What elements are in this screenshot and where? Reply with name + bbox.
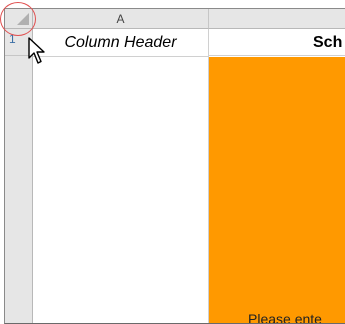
screenshot-frame: A 1 Column Header Sch Please ente: [0, 0, 345, 324]
column-header-a[interactable]: A: [33, 9, 209, 29]
orange-cell-text: Please ente: [248, 311, 322, 324]
column-a-cells[interactable]: [33, 57, 209, 323]
highlight-circle: [0, 2, 36, 36]
cell-b1[interactable]: Sch: [209, 29, 345, 56]
mouse-pointer-icon: [28, 37, 45, 64]
column-header-b[interactable]: [209, 9, 345, 29]
row-headers: 1: [5, 29, 33, 323]
orange-filled-cell[interactable]: Please ente: [209, 57, 345, 324]
cell-a1[interactable]: Column Header: [33, 29, 209, 57]
spreadsheet-grid: A 1 Column Header Sch Please ente: [4, 8, 345, 324]
